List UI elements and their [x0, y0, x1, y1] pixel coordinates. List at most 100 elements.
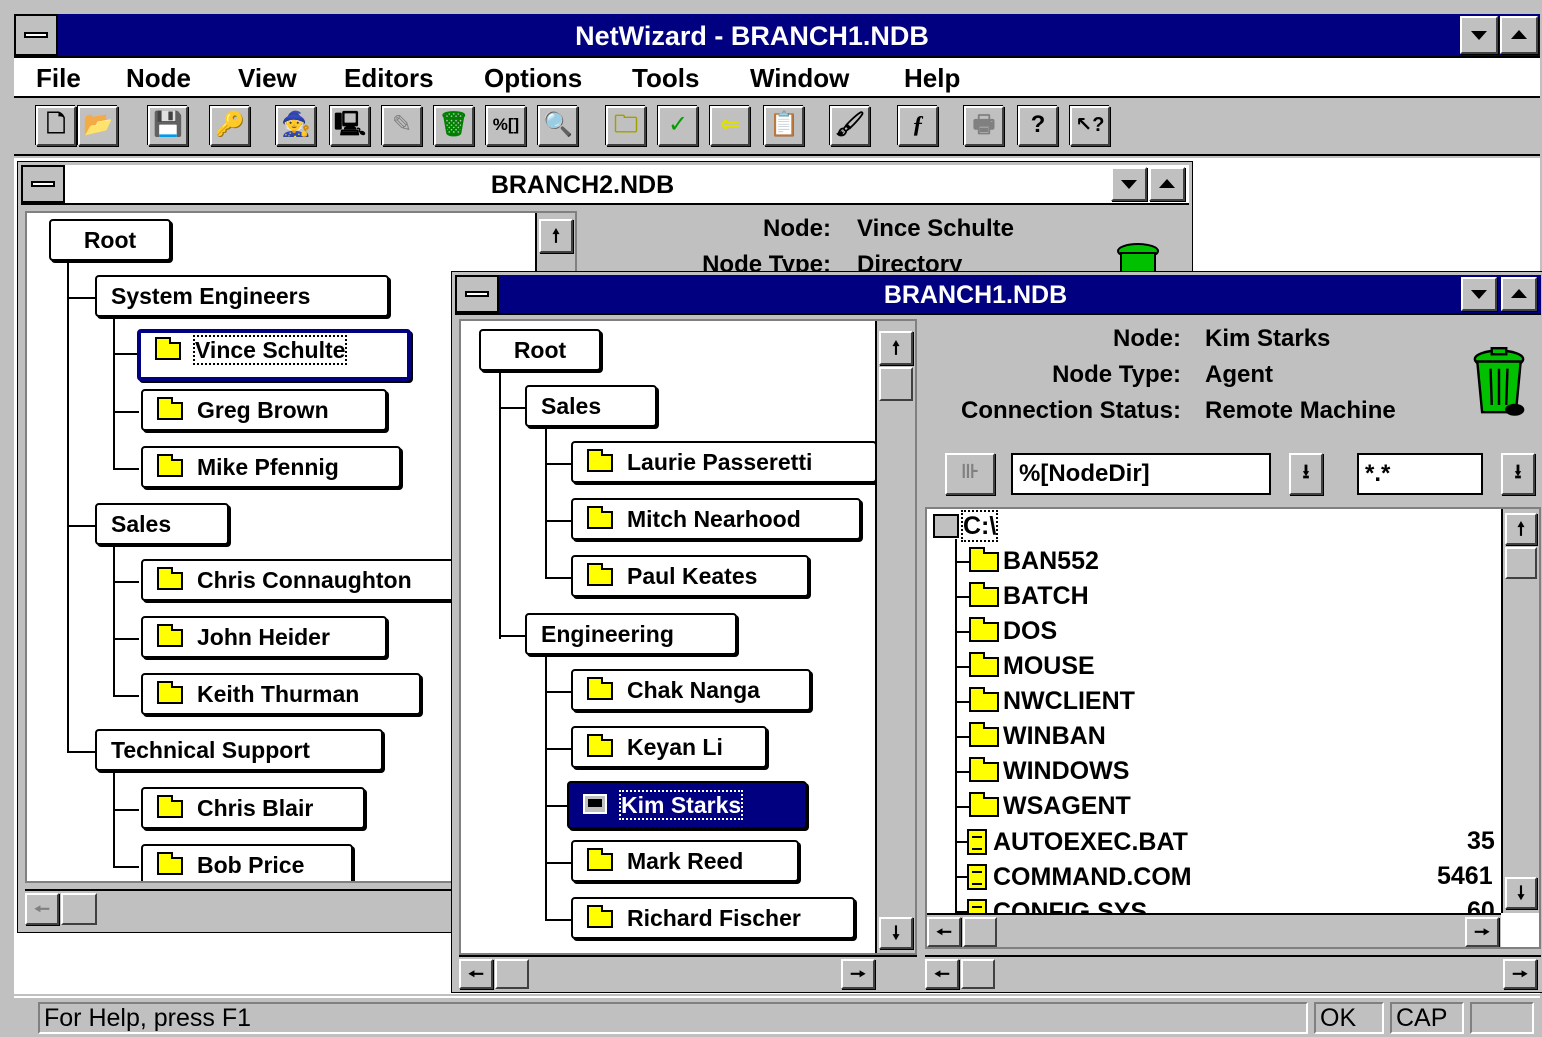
folder-entry[interactable]: NWCLIENT [969, 684, 1135, 719]
branch1-window[interactable]: BRANCH1.NDB Root Sales Laurie Passeretti… [451, 271, 1542, 993]
system-menu-icon[interactable] [14, 14, 58, 56]
tree-node-chris-blair[interactable]: Chris Blair [141, 787, 365, 829]
key-button[interactable]: 🔑 [210, 106, 250, 146]
branch1-maximize-button[interactable] [1501, 277, 1537, 311]
folder-entry[interactable]: WINBAN [969, 719, 1106, 754]
scroll-up-button[interactable]: 🠕 [1505, 513, 1537, 545]
menu-view[interactable]: View [238, 58, 297, 98]
trash-button[interactable]: 🗑 [434, 106, 474, 146]
path-dropdown-button[interactable]: ⭳ [1289, 453, 1323, 495]
drive-entry[interactable]: C:\ [933, 509, 999, 544]
save-button[interactable]: 💾 [148, 106, 188, 146]
tree-node-kim-starks[interactable]: Kim Starks [567, 781, 807, 829]
tree-node-john-heider[interactable]: John Heider [141, 616, 387, 658]
filter-combo[interactable]: *.* [1357, 453, 1483, 495]
wizard-button[interactable]: 🧙 [276, 106, 316, 146]
tree-node-bob-price[interactable]: Bob Price [141, 844, 353, 881]
scroll-down-button[interactable]: 🠗 [879, 917, 913, 949]
help-button[interactable]: ? [1018, 106, 1058, 146]
computer-button[interactable]: 🖳 [330, 106, 370, 146]
tree-node-mitch-nearhood[interactable]: Mitch Nearhood [571, 498, 861, 540]
scroll-thumb[interactable] [961, 959, 995, 989]
trash-icon[interactable] [1471, 347, 1527, 417]
file-entry[interactable]: AUTOEXEC.BAT [963, 824, 1188, 859]
tree-node-root[interactable]: Root [49, 219, 171, 261]
menu-window[interactable]: Window [750, 58, 849, 98]
edit-button[interactable]: ✎ [382, 106, 422, 146]
menu-help[interactable]: Help [904, 58, 960, 98]
function-button[interactable]: ƒ [898, 106, 938, 146]
menu-editors[interactable]: Editors [344, 58, 434, 98]
folder-entry[interactable]: BATCH [969, 579, 1089, 614]
branch1-system-menu-icon[interactable] [455, 275, 499, 313]
menu-options[interactable]: Options [484, 58, 582, 98]
context-help-button[interactable]: ↖? [1070, 106, 1110, 146]
brush-button[interactable]: 🖌 [830, 106, 870, 146]
app-title-bar[interactable]: NetWizard - BRANCH1.NDB [14, 14, 1540, 58]
filter-dropdown-button[interactable]: ⭳ [1501, 453, 1535, 495]
scroll-thumb[interactable] [1505, 547, 1537, 579]
branch1-tree-vertical-scrollbar[interactable]: 🠕 🠗 [875, 321, 915, 953]
tree-node-technical-support[interactable]: Technical Support [95, 729, 383, 771]
tree-node-keith-thurman[interactable]: Keith Thurman [141, 673, 421, 715]
tree-node-root[interactable]: Root [479, 329, 601, 371]
folder-entry[interactable]: DOS [969, 614, 1057, 649]
new-button[interactable]: 🗋 [36, 106, 76, 146]
branch1-info-horizontal-scrollbar[interactable]: 🠔 🠖 [925, 955, 1541, 989]
folder-entry[interactable]: MOUSE [969, 649, 1095, 684]
branch1-tree-horizontal-scrollbar[interactable]: 🠔 🠖 [459, 955, 917, 989]
tree-node-paul-keates[interactable]: Paul Keates [571, 555, 809, 597]
scroll-up-button[interactable]: 🠕 [539, 219, 573, 253]
branch2-minimize-button[interactable] [1111, 167, 1147, 201]
connect-button[interactable]: ⊪ [945, 453, 995, 495]
file-horizontal-scrollbar[interactable]: 🠔 🠖 [927, 913, 1501, 947]
variable-button[interactable]: %[] [486, 106, 526, 146]
scroll-left-button[interactable]: 🠔 [459, 959, 493, 989]
file-entry[interactable]: COMMAND.COM [963, 859, 1192, 894]
tree-node-sales[interactable]: Sales [95, 503, 229, 545]
tree-node-sales[interactable]: Sales [525, 385, 657, 427]
menu-tools[interactable]: Tools [632, 58, 699, 98]
branch1-minimize-button[interactable] [1461, 277, 1497, 311]
scroll-right-button[interactable]: 🠖 [841, 959, 875, 989]
file-entry[interactable]: CONFIG.SYS [963, 894, 1147, 914]
path-combo[interactable]: %[NodeDir] [1011, 453, 1271, 495]
scroll-left-button[interactable]: 🠔 [927, 917, 961, 947]
tree-node-chak-nanga[interactable]: Chak Nanga [571, 669, 811, 711]
tree-node-mike-pfennig[interactable]: Mike Pfennig [141, 446, 401, 488]
folder-entry[interactable]: WINDOWS [969, 754, 1129, 789]
print-button[interactable]: 🖶 [964, 106, 1004, 146]
scroll-left-button[interactable]: 🠔 [925, 959, 959, 989]
tree-node-engineering[interactable]: Engineering [525, 613, 737, 655]
minimize-button[interactable] [1460, 16, 1498, 54]
branch2-maximize-button[interactable] [1149, 167, 1185, 201]
scroll-up-button[interactable]: 🠕 [879, 331, 913, 365]
scroll-right-button[interactable]: 🠖 [1465, 917, 1499, 947]
back-button[interactable]: ⇐ [710, 106, 750, 146]
tree-node-richard-fischer[interactable]: Richard Fischer [571, 897, 855, 939]
open-button[interactable]: 📂 [78, 106, 118, 146]
find-button[interactable]: 🔍 [538, 106, 578, 146]
folder-button[interactable]: 🗀 [606, 106, 646, 146]
tree-node-mark-reed[interactable]: Mark Reed [571, 840, 799, 882]
check-button[interactable]: ✓ [658, 106, 698, 146]
scroll-right-button[interactable]: 🠖 [1503, 959, 1537, 989]
tree-node-system-engineers[interactable]: System Engineers [95, 275, 389, 317]
scroll-thumb[interactable] [963, 917, 997, 947]
scroll-thumb[interactable] [495, 959, 529, 989]
clipboard-button[interactable]: 📋 [764, 106, 804, 146]
maximize-button[interactable] [1500, 16, 1538, 54]
scroll-left-button[interactable]: 🠔 [25, 893, 59, 925]
scroll-thumb[interactable] [879, 367, 913, 401]
tree-node-laurie-passeretti[interactable]: Laurie Passeretti [571, 441, 877, 483]
scroll-down-button[interactable]: 🠗 [1505, 877, 1537, 909]
branch2-system-menu-icon[interactable] [21, 165, 65, 203]
tree-node-keyan-li[interactable]: Keyan Li [571, 726, 767, 768]
tree-node-greg-brown[interactable]: Greg Brown [141, 389, 387, 431]
tree-node-vince-schulte[interactable]: Vince Schulte [137, 329, 411, 381]
branch1-title-bar[interactable]: BRANCH1.NDB [455, 275, 1541, 315]
tree-node-chris-connaughton[interactable]: Chris Connaughton [141, 559, 471, 601]
menu-node[interactable]: Node [126, 58, 191, 98]
scroll-thumb[interactable] [61, 893, 97, 925]
branch2-title-bar[interactable]: BRANCH2.NDB [21, 165, 1189, 205]
